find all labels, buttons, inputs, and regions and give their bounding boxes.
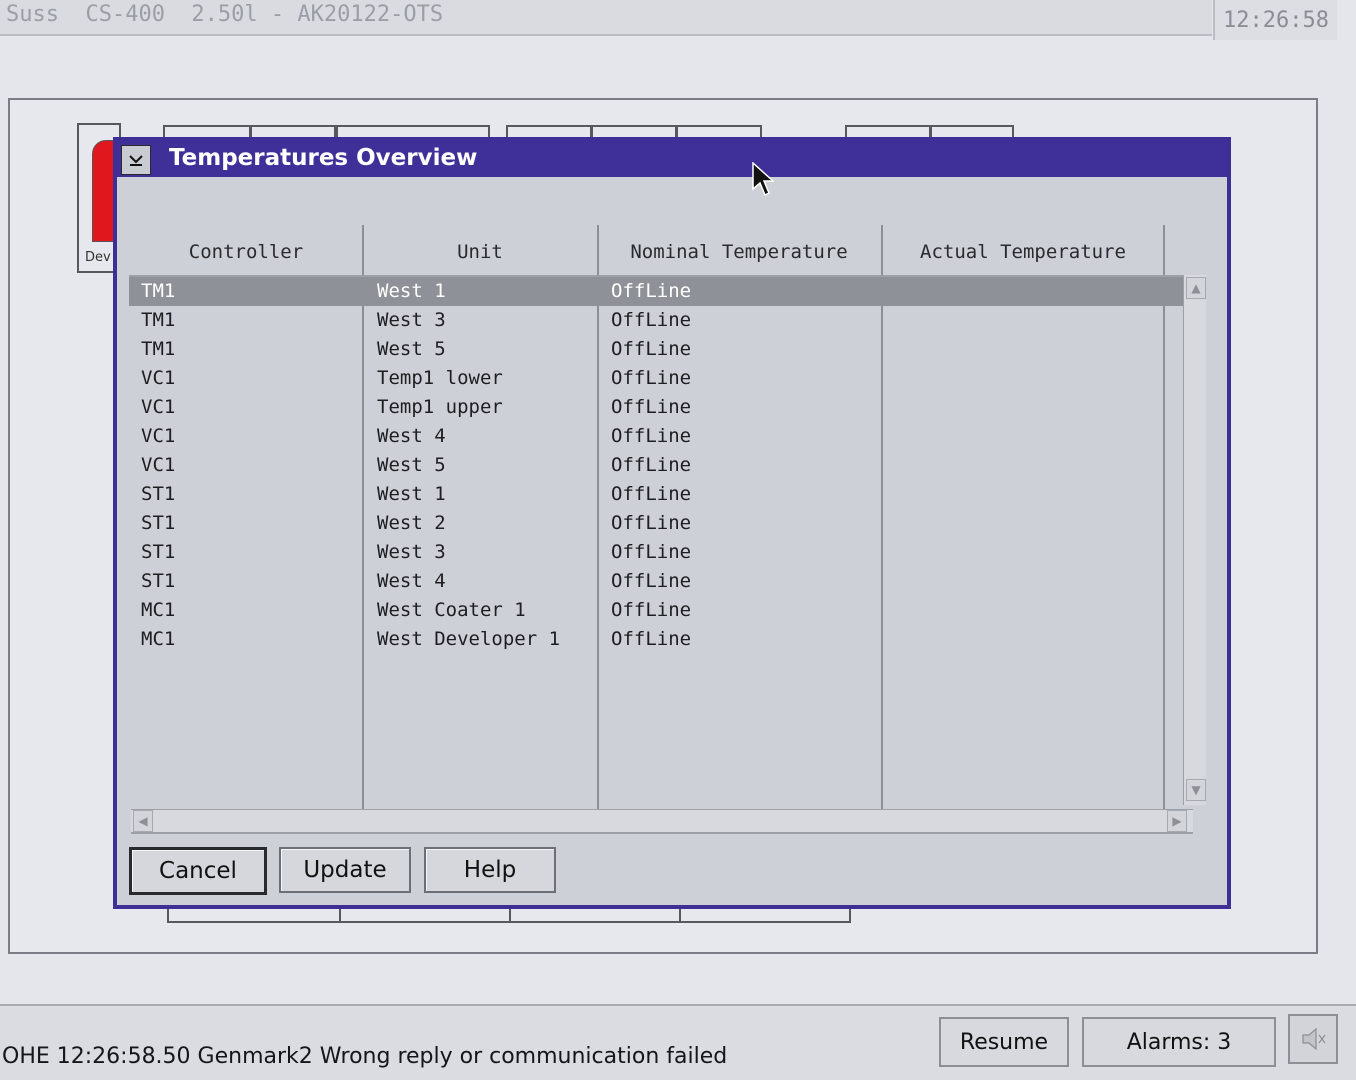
dialog-body: Controller Unit Nominal Temperature Actu… (117, 177, 1227, 905)
background-tab[interactable] (591, 125, 677, 137)
table-row[interactable]: TM1 West 1 OffLine (129, 277, 1195, 306)
cell-controller: TM1 (141, 280, 176, 302)
alarms-button[interactable]: Alarms: 3 (1082, 1017, 1276, 1067)
mouse-pointer-icon (752, 162, 774, 197)
cell-controller: VC1 (141, 367, 176, 389)
table-row[interactable]: MC1 West Coater 1 OffLine (129, 596, 1195, 625)
cell-controller: TM1 (141, 338, 176, 360)
cell-nominal: OffLine (611, 309, 692, 331)
device-label: Dev (85, 250, 111, 265)
cell-unit: West 5 (377, 338, 446, 360)
column-header-unit[interactable]: Unit (363, 227, 597, 277)
status-message: OHE 12:26:58.50 Genmark2 Wrong reply or … (2, 1044, 728, 1069)
cell-nominal: OffLine (611, 396, 692, 418)
window-title-bar: Suss CS-400 2.50l - AK20122-OTS (0, 0, 1212, 36)
column-header-controller[interactable]: Controller (129, 227, 363, 277)
cell-unit: West 5 (377, 454, 446, 476)
clock: 12:26:58 (1213, 0, 1337, 40)
cell-nominal: OffLine (611, 425, 692, 447)
table-row[interactable]: ST1 West 1 OffLine (129, 480, 1195, 509)
column-header-nominal[interactable]: Nominal Temperature (597, 227, 881, 277)
background-tab[interactable] (336, 125, 490, 137)
cell-nominal: OffLine (611, 338, 692, 360)
cell-controller: TM1 (141, 309, 176, 331)
arrow-down-icon[interactable]: ▼ (1186, 779, 1206, 801)
cell-controller: ST1 (141, 570, 176, 592)
arrow-up-icon[interactable]: ▲ (1186, 277, 1206, 299)
cell-controller: VC1 (141, 396, 176, 418)
arrow-left-icon[interactable]: ◀ (133, 810, 153, 832)
cancel-button[interactable]: Cancel (129, 847, 267, 895)
cell-unit: West Developer 1 (377, 628, 561, 650)
help-button[interactable]: Help (424, 847, 556, 893)
vertical-scrollbar[interactable]: ▲ ▼ (1183, 275, 1206, 805)
list-header: Controller Unit Nominal Temperature Actu… (129, 227, 1165, 277)
table-row[interactable]: ST1 West 4 OffLine (129, 567, 1195, 596)
cell-controller: ST1 (141, 483, 176, 505)
window-title: Suss CS-400 2.50l - AK20122-OTS (6, 2, 444, 27)
cell-nominal: OffLine (611, 599, 692, 621)
table-row[interactable]: VC1 Temp1 upper OffLine (129, 393, 1195, 422)
cell-nominal: OffLine (611, 570, 692, 592)
cell-unit: West 1 (377, 280, 446, 302)
table-row[interactable]: ST1 West 2 OffLine (129, 509, 1195, 538)
background-tab[interactable] (930, 125, 1014, 137)
table-row[interactable]: TM1 West 5 OffLine (129, 335, 1195, 364)
dialog-title: Temperatures Overview (169, 145, 478, 171)
background-tab[interactable] (676, 125, 762, 137)
cell-unit: Temp1 upper (377, 396, 503, 418)
cell-controller: ST1 (141, 512, 176, 534)
dialog-title-bar[interactable]: Temperatures Overview (117, 141, 1227, 177)
background-tab[interactable] (506, 125, 592, 137)
cell-nominal: OffLine (611, 541, 692, 563)
speaker-mute-icon[interactable] (1288, 1014, 1338, 1064)
temperatures-list[interactable]: TM1 West 1 OffLine TM1 West 3 OffLine TM… (129, 275, 1195, 811)
update-button[interactable]: Update (279, 847, 411, 893)
chevron-down-icon[interactable] (121, 145, 151, 175)
cell-unit: West 3 (377, 309, 446, 331)
cell-controller: ST1 (141, 541, 176, 563)
arrow-right-icon[interactable]: ▶ (1167, 810, 1187, 832)
cell-unit: West 4 (377, 425, 446, 447)
cell-nominal: OffLine (611, 280, 692, 302)
table-row[interactable]: TM1 West 3 OffLine (129, 306, 1195, 335)
cell-nominal: OffLine (611, 512, 692, 534)
cell-unit: West 4 (377, 570, 446, 592)
cell-controller: VC1 (141, 454, 176, 476)
cell-controller: VC1 (141, 425, 176, 447)
horizontal-scrollbar[interactable]: ◀ ▶ (131, 809, 1193, 834)
table-row[interactable]: VC1 West 4 OffLine (129, 422, 1195, 451)
column-header-actual[interactable]: Actual Temperature (881, 227, 1165, 277)
cell-unit: West 3 (377, 541, 446, 563)
background-tab[interactable] (163, 125, 251, 137)
cell-unit: West 1 (377, 483, 446, 505)
table-row[interactable]: VC1 Temp1 lower OffLine (129, 364, 1195, 393)
background-tab[interactable] (845, 125, 931, 137)
temperatures-overview-dialog: Temperatures Overview Controller Unit No… (113, 137, 1231, 909)
table-row[interactable]: ST1 West 3 OffLine (129, 538, 1195, 567)
cell-unit: West 2 (377, 512, 446, 534)
cell-nominal: OffLine (611, 367, 692, 389)
cell-unit: West Coater 1 (377, 599, 526, 621)
table-row[interactable]: VC1 West 5 OffLine (129, 451, 1195, 480)
cell-nominal: OffLine (611, 454, 692, 476)
table-row[interactable]: MC1 West Developer 1 OffLine (129, 625, 1195, 654)
cell-unit: Temp1 lower (377, 367, 503, 389)
cell-controller: MC1 (141, 628, 176, 650)
cell-nominal: OffLine (611, 628, 692, 650)
resume-button[interactable]: Resume (939, 1017, 1069, 1067)
cell-controller: MC1 (141, 599, 176, 621)
cell-nominal: OffLine (611, 483, 692, 505)
background-tab[interactable] (250, 125, 336, 137)
